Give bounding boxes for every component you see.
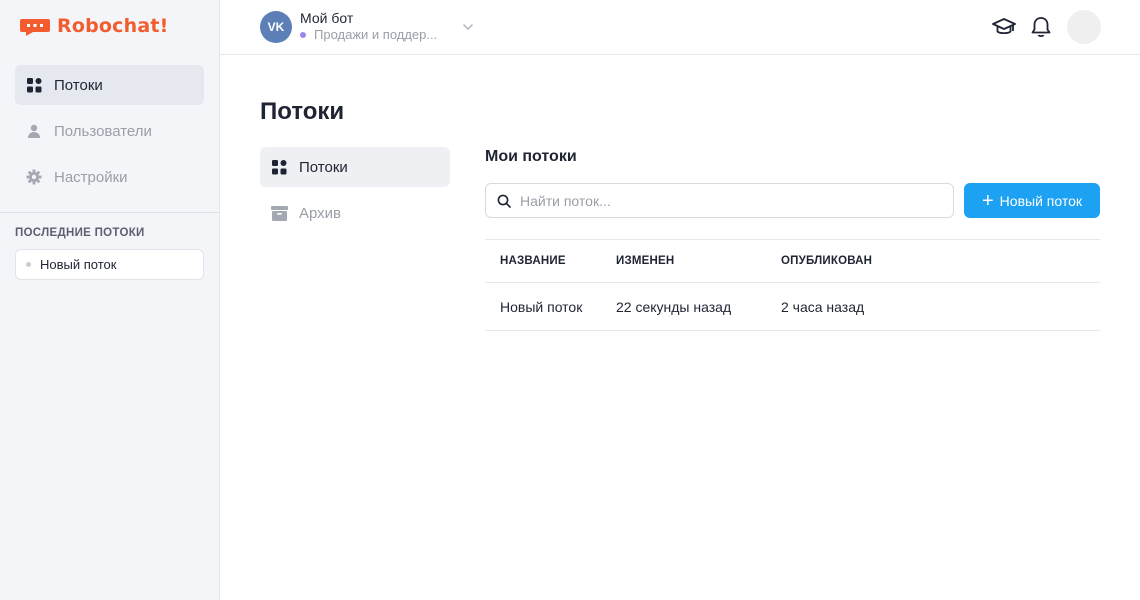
recent-flow-label: Новый поток [40, 257, 117, 272]
user-avatar[interactable] [1067, 10, 1101, 44]
bot-subtitle: Продажи и поддер... [300, 27, 437, 42]
topbar-actions [992, 10, 1101, 44]
sidebar-item-flows[interactable]: Потоки [15, 65, 204, 105]
cell-published: 2 часа назад [781, 298, 865, 315]
archive-icon [271, 205, 288, 221]
search-icon [497, 194, 511, 208]
table-row[interactable]: Новый поток 22 секунды назад 2 часа наза… [485, 282, 1100, 331]
robochat-logo-icon [20, 19, 50, 36]
subnav-item-label: Потоки [299, 158, 348, 176]
app-root: Robochat! Потоки Пользователи Настройки … [0, 0, 1140, 600]
brand-name: Robochat! [57, 15, 169, 37]
sidebar-item-settings[interactable]: Настройки [15, 157, 204, 197]
flows-toolbar: + Новый поток [485, 183, 1100, 218]
bot-name: Мой бот [300, 10, 354, 26]
search-input[interactable] [520, 192, 940, 209]
gear-icon [26, 169, 42, 185]
subnav-item-flows[interactable]: Потоки [260, 147, 450, 187]
page-title: Потоки [260, 98, 345, 125]
graduation-cap-icon[interactable] [992, 15, 1016, 39]
chevron-down-icon[interactable] [462, 21, 474, 33]
logo[interactable]: Robochat! [19, 14, 169, 38]
plus-icon: + [981, 189, 994, 212]
bot-avatar-text: VK [267, 20, 285, 34]
sidebar-item-users[interactable]: Пользователи [15, 111, 204, 151]
new-flow-button-label: Новый поток [999, 192, 1083, 209]
search-box[interactable] [485, 183, 954, 218]
flows-table: НАЗВАНИЕ ИЗМЕНЕН ОПУБЛИКОВАН Новый поток… [485, 239, 1100, 331]
subnav-item-label: Архив [299, 204, 342, 222]
new-flow-button[interactable]: + Новый поток [964, 183, 1100, 218]
sidebar-item-label: Настройки [54, 168, 128, 186]
bot-subtitle-text: Продажи и поддер... [314, 27, 438, 42]
grid-icon [26, 77, 42, 93]
column-header-published[interactable]: ОПУБЛИКОВАН [781, 255, 1100, 267]
vk-icon[interactable]: VK [260, 11, 292, 43]
column-header-modified[interactable]: ИЗМЕНЕН [616, 255, 781, 267]
sidebar-divider [0, 212, 219, 213]
dot-icon [26, 262, 31, 267]
cell-flow-name: Новый поток [500, 298, 583, 315]
flows-section: Мои потоки + Новый поток НАЗВАНИЕ [485, 147, 1100, 331]
sidebar: Robochat! Потоки Пользователи Настройки … [0, 0, 220, 600]
topbar: VK Мой бот Продажи и поддер... [220, 0, 1140, 55]
sidebar-item-label: Пользователи [54, 122, 152, 140]
section-title: Мои потоки [485, 148, 577, 165]
column-header-name[interactable]: НАЗВАНИЕ [485, 255, 616, 267]
grid-icon [271, 159, 288, 175]
sidebar-item-label: Потоки [54, 76, 103, 94]
cell-modified: 22 секунды назад [616, 298, 732, 315]
sidebar-nav: Потоки Пользователи Настройки [15, 65, 204, 203]
user-icon [26, 123, 42, 139]
recent-flow-item[interactable]: Новый поток [15, 249, 204, 280]
table-header-row: НАЗВАНИЕ ИЗМЕНЕН ОПУБЛИКОВАН [485, 239, 1100, 282]
subnav: Потоки Архив [260, 147, 450, 239]
recent-flows-heading: ПОСЛЕДНИЕ ПОТОКИ [15, 227, 145, 239]
subnav-item-archive[interactable]: Архив [260, 193, 450, 233]
status-dot-icon [300, 31, 306, 38]
bell-icon[interactable] [1029, 15, 1053, 39]
main-area: VK Мой бот Продажи и поддер... Потоки По… [220, 0, 1140, 600]
